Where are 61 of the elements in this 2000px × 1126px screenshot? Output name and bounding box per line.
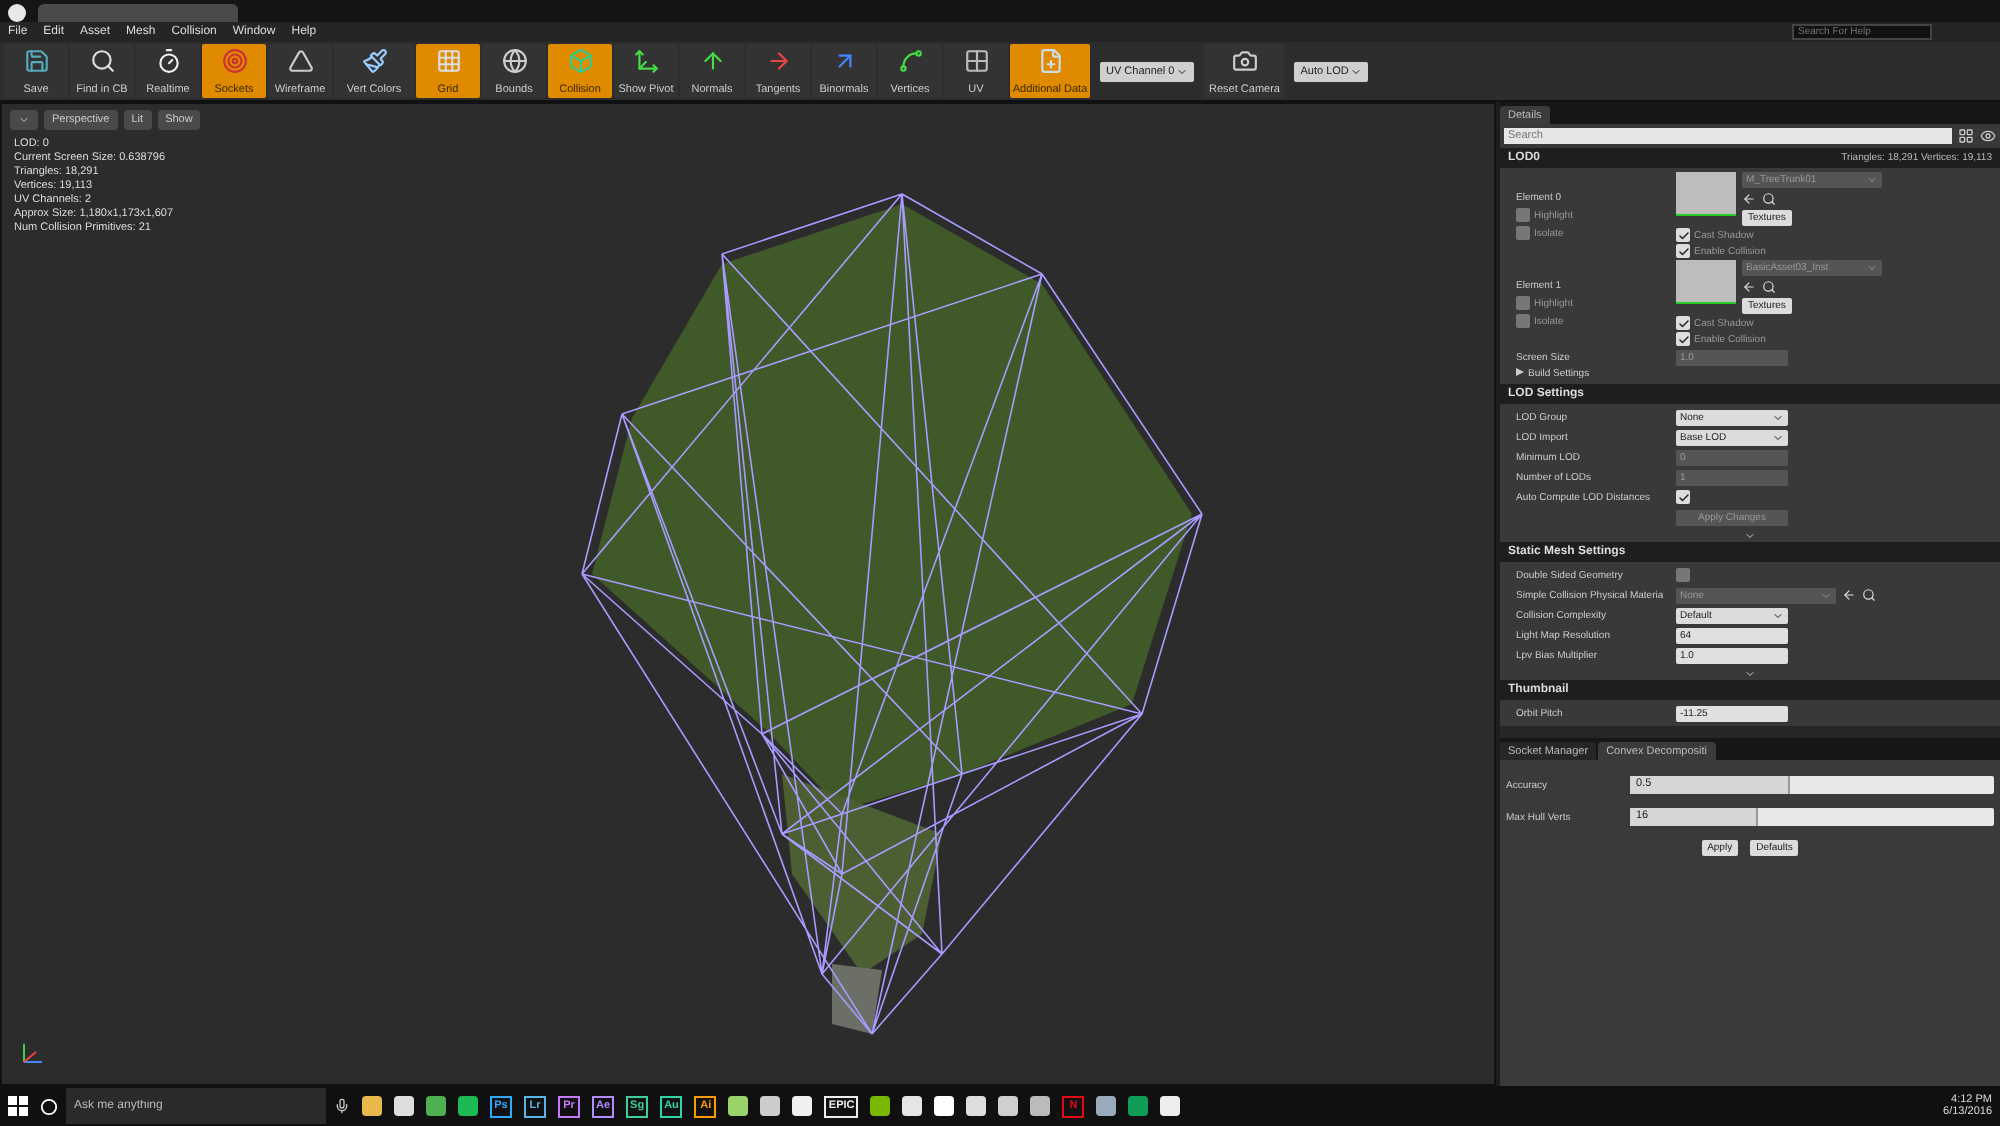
magnifier-icon (89, 48, 115, 74)
app-icon[interactable] (998, 1096, 1019, 1116)
grid-view-icon[interactable] (1958, 128, 1974, 144)
eye-icon[interactable] (1980, 128, 1996, 144)
arrow-left-icon[interactable] (1742, 192, 1756, 206)
microphone-icon[interactable] (334, 1098, 350, 1114)
search-icon[interactable] (1862, 588, 1876, 602)
caret-icon (1820, 589, 1832, 601)
engine-logo-icon (8, 4, 26, 22)
checkbox[interactable] (1676, 332, 1690, 346)
camera-icon (1231, 48, 1258, 74)
grid-icon (963, 48, 989, 74)
checkbox[interactable] (1676, 316, 1690, 330)
checkbox[interactable] (1676, 490, 1690, 504)
app-icon[interactable] (934, 1096, 955, 1116)
material-thumbnail (1676, 260, 1736, 304)
paintbrush-icon (361, 48, 387, 74)
material-thumbnail (1676, 172, 1736, 216)
app-icon[interactable] (760, 1096, 781, 1116)
grid-icon (435, 48, 461, 74)
checkbox[interactable] (1516, 314, 1530, 328)
viewport-menu-button[interactable] (10, 110, 38, 130)
axis-gizmo-icon (23, 1043, 43, 1063)
app-icon[interactable] (394, 1096, 414, 1116)
file-plus-icon (1037, 48, 1063, 74)
checkbox[interactable] (1676, 228, 1690, 242)
app-icon[interactable] (902, 1096, 923, 1116)
caret-icon (1772, 609, 1784, 621)
windows-logo-icon[interactable] (8, 1096, 28, 1116)
globe-icon (501, 48, 527, 74)
cone-icon (287, 48, 313, 74)
search-icon[interactable] (1762, 192, 1776, 206)
caret-icon (1176, 65, 1189, 77)
checkbox[interactable] (1676, 244, 1690, 258)
app-icon[interactable] (1096, 1096, 1117, 1116)
caret-icon (1866, 262, 1878, 274)
circle-icon (40, 1097, 58, 1115)
cube-icon (567, 48, 593, 74)
expander-arrow-icon (1516, 368, 1524, 376)
checkbox[interactable] (1676, 568, 1690, 582)
target-icon (221, 48, 247, 74)
arrow-up-icon (699, 48, 725, 74)
arrow-left-icon[interactable] (1742, 280, 1756, 294)
app-icon[interactable] (966, 1096, 987, 1116)
caret-icon (1350, 65, 1363, 77)
caret-icon (1866, 174, 1878, 186)
app-icon[interactable] (1030, 1096, 1051, 1116)
arrow-left-icon[interactable] (1842, 588, 1856, 602)
stopwatch-icon (155, 48, 181, 74)
app-icon[interactable] (728, 1096, 749, 1116)
checkbox[interactable] (1516, 226, 1530, 240)
checkbox[interactable] (1516, 208, 1530, 222)
caret-icon (18, 114, 30, 126)
app-icon[interactable] (792, 1096, 813, 1116)
search-icon[interactable] (1762, 280, 1776, 294)
checkbox[interactable] (1516, 296, 1530, 310)
axes-icon (633, 48, 659, 74)
app-icon[interactable] (870, 1096, 891, 1116)
arrow-right-icon (765, 48, 791, 74)
app-icon[interactable] (1160, 1096, 1181, 1116)
spline-icon (897, 48, 923, 74)
